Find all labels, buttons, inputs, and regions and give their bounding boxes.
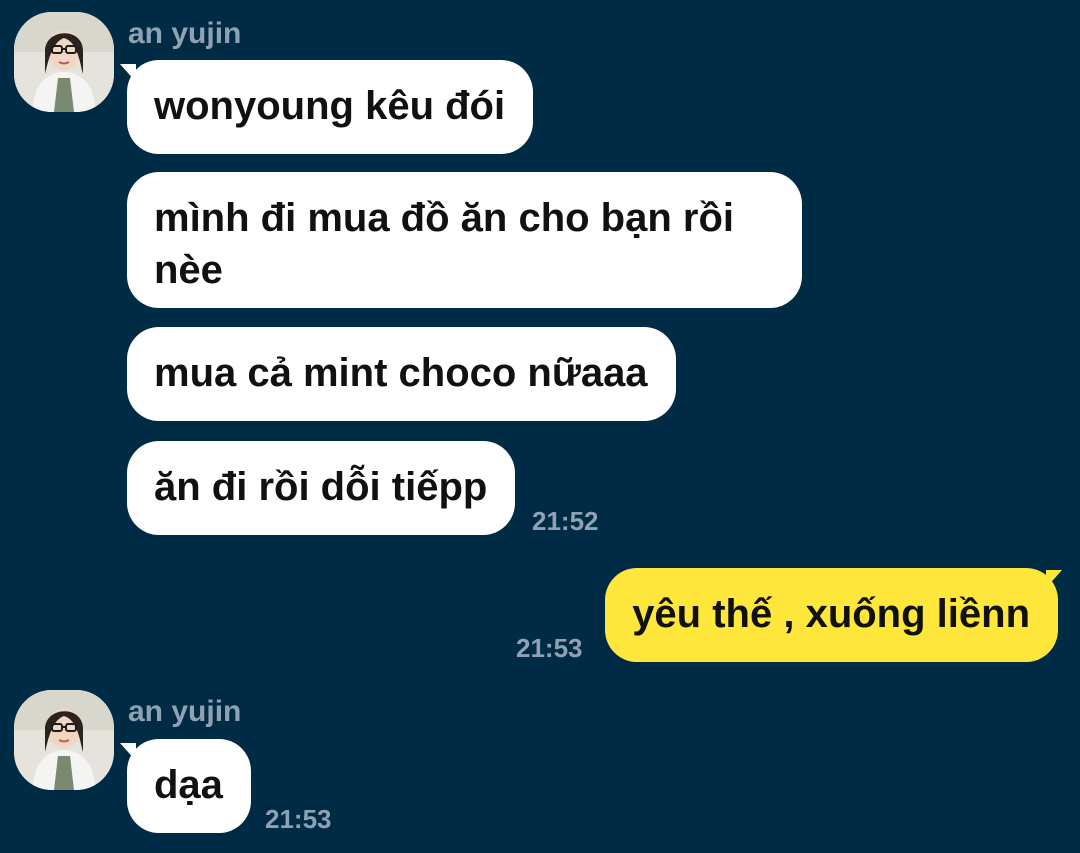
message-timestamp: 21:52 <box>532 506 599 536</box>
bubble-tail <box>1046 570 1062 588</box>
profile-photo-icon <box>14 12 114 112</box>
incoming-message[interactable]: dạa <box>127 739 251 833</box>
outgoing-message[interactable]: yêu thế , xuống liềnn <box>605 568 1058 662</box>
incoming-message[interactable]: wonyoung kêu đói <box>127 60 534 154</box>
sender-name: an yujin <box>128 17 242 50</box>
message-timestamp: 21:53 <box>265 804 332 834</box>
sender-avatar[interactable] <box>14 12 114 112</box>
sender-name: an yujin <box>128 695 242 728</box>
sender-avatar[interactable] <box>14 690 114 790</box>
incoming-message[interactable]: mua cả mint choco nữaaa <box>127 327 676 421</box>
profile-photo-icon <box>14 690 114 790</box>
incoming-message[interactable]: ăn đi rồi dỗi tiếpp <box>127 441 516 535</box>
message-timestamp: 21:53 <box>516 633 583 663</box>
incoming-message[interactable]: mình đi mua đồ ăn cho bạn rồi nèe <box>127 172 802 308</box>
